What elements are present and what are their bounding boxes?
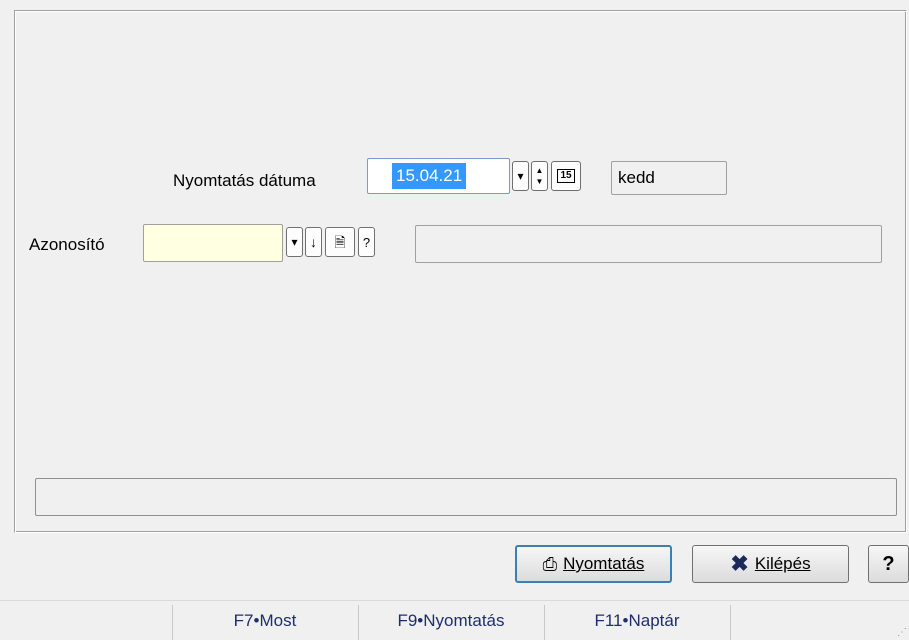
- arrow-down-icon: ↓: [310, 234, 317, 250]
- calendar-icon: 15: [557, 169, 575, 183]
- form-panel: Nyomtatás dátuma 15.04.21 ▾ ▲ ▼ 15 kedd …: [14, 10, 907, 533]
- status-separator: [730, 605, 731, 640]
- document-icon: 🗎: [334, 234, 346, 250]
- print-date-value: 15.04.21: [392, 163, 467, 189]
- status-item-print[interactable]: F9•Nyomtatás: [358, 601, 544, 640]
- close-icon: ✖: [730, 551, 749, 576]
- print-button-label: Nyomtatás: [563, 554, 645, 573]
- date-spin-button[interactable]: ▲ ▼: [531, 161, 548, 191]
- id-input[interactable]: [143, 224, 283, 262]
- print-date-label: Nyomtatás dátuma: [173, 171, 316, 190]
- day-name-field: kedd: [611, 161, 727, 195]
- id-lookup-button[interactable]: ↓: [305, 227, 322, 257]
- id-dropdown-button[interactable]: ▾: [286, 227, 303, 257]
- chevron-down-icon: ▾: [291, 235, 298, 249]
- question-icon: ?: [362, 234, 371, 250]
- day-name-value: kedd: [618, 168, 655, 187]
- status-item-now[interactable]: F7•Most: [172, 601, 358, 640]
- id-document-button[interactable]: 🗎: [325, 227, 355, 257]
- status-bar: F7•Most F9•Nyomtatás F11•Naptár ⋰: [0, 600, 909, 640]
- status-item-calendar[interactable]: F11•Naptár: [544, 601, 730, 640]
- id-help-button[interactable]: ?: [358, 227, 375, 257]
- resize-grip-icon[interactable]: ⋰: [897, 627, 907, 638]
- spin-down-icon: ▼: [535, 177, 544, 186]
- chevron-down-icon: ▾: [517, 169, 524, 183]
- progress-bar: [35, 478, 897, 516]
- exit-button-label: Kilépés: [754, 554, 811, 573]
- id-label: Azonosító: [29, 235, 105, 254]
- print-date-field[interactable]: 15.04.21: [367, 158, 510, 194]
- spin-up-icon: ▲: [535, 166, 544, 175]
- print-button[interactable]: ⎙ Nyomtatás: [515, 545, 672, 583]
- printer-icon: ⎙: [542, 553, 558, 574]
- exit-button[interactable]: ✖ Kilépés: [692, 545, 849, 583]
- help-button[interactable]: ?: [868, 545, 909, 583]
- date-dropdown-button[interactable]: ▾: [512, 161, 529, 191]
- question-icon: ?: [882, 552, 895, 575]
- calendar-button[interactable]: 15: [551, 161, 581, 191]
- id-description-field: [415, 225, 882, 263]
